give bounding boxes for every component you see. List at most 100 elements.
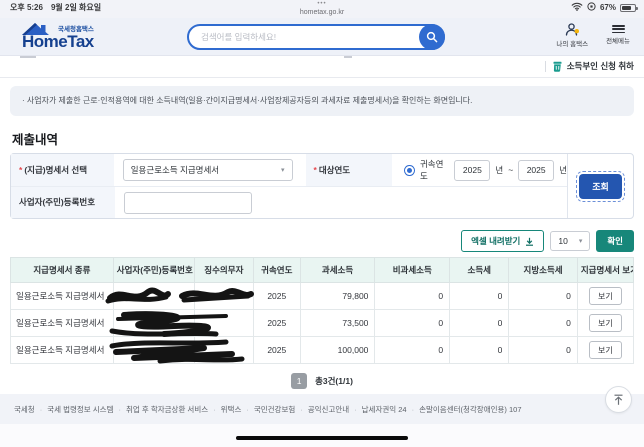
scroll-to-top-button[interactable] bbox=[605, 386, 632, 413]
divider bbox=[545, 61, 546, 72]
cancel-link-label: 소득부인 신청 취하 bbox=[567, 60, 634, 72]
hometax-page: 오후 5:26 9월 2일 화요일 ••• hometax.go.kr 67% … bbox=[0, 0, 644, 447]
pagination: 1 총3건(1/1) bbox=[0, 373, 644, 389]
home-indicator[interactable] bbox=[236, 436, 408, 441]
cell-withholding-agent-redacted bbox=[194, 337, 253, 364]
table-row: 일용근로소득 지급명세서 2025 73,500 0 0 0 보기 bbox=[11, 310, 634, 337]
dot-separator: · bbox=[412, 405, 415, 414]
page-1-button[interactable]: 1 bbox=[291, 373, 307, 389]
battery-percent: 67% bbox=[600, 3, 616, 12]
footer-link[interactable]: 납세자권익 24 bbox=[362, 404, 407, 415]
dot-separator: · bbox=[300, 405, 303, 414]
range-separator: ~ bbox=[508, 165, 513, 175]
my-hometax-label: 나의 홈택스 bbox=[556, 38, 588, 48]
inquiry-button[interactable]: 조회 bbox=[579, 174, 622, 199]
cell-income-tax: 0 bbox=[450, 337, 509, 364]
page-action-strip: 소득부인 신청 취하 bbox=[0, 56, 644, 78]
income-denial-cancel-link[interactable]: 소득부인 신청 취하 bbox=[552, 60, 634, 72]
status-time: 오후 5:26 bbox=[10, 2, 43, 13]
cell-statement-type: 일용근로소득 지급명세서 bbox=[11, 337, 114, 364]
orientation-lock-icon bbox=[587, 2, 596, 13]
page-size-select[interactable]: 10 ▾ bbox=[550, 231, 590, 251]
col-business-number: 사업자(주민)등록번호 bbox=[113, 258, 194, 283]
accrual-year-radio[interactable] bbox=[404, 165, 414, 176]
list-controls: 엑셀 내려받기 10 ▾ 확인 bbox=[10, 230, 634, 252]
cell-statement-type: 일용근로소득 지급명세서 bbox=[11, 283, 114, 310]
dot-separator: · bbox=[213, 405, 216, 414]
wifi-icon bbox=[571, 2, 583, 13]
table-row: 일용근로소득 지급명세서 2025 79,800 0 0 0 보기 bbox=[11, 283, 634, 310]
full-menu-button[interactable]: 전체메뉴 bbox=[606, 23, 630, 48]
cell-accrual-year: 2025 bbox=[253, 310, 300, 337]
cell-income-tax: 0 bbox=[450, 283, 509, 310]
footer-link[interactable]: 취업 후 학자금상환 서비스 bbox=[126, 404, 208, 415]
download-icon bbox=[525, 237, 534, 246]
col-view-statement: 지급명세서 보기 bbox=[577, 258, 633, 283]
clipped-content bbox=[20, 56, 36, 58]
statement-type-select[interactable]: 일용근로소득 지급명세서 ▾ bbox=[123, 159, 293, 181]
col-taxable-income: 과세소득 bbox=[300, 258, 375, 283]
search-icon bbox=[426, 31, 438, 43]
required-mark: * bbox=[314, 165, 317, 175]
dot-separator: · bbox=[40, 405, 43, 414]
footer-link[interactable]: 손말이음센터(청각장애인용) 107 bbox=[419, 404, 521, 415]
status-bar: 오후 5:26 9월 2일 화요일 ••• hometax.go.kr 67% bbox=[0, 0, 644, 18]
hamburger-icon bbox=[612, 23, 625, 33]
cell-local-income-tax: 0 bbox=[509, 337, 578, 364]
cell-income-tax: 0 bbox=[450, 310, 509, 337]
cell-nontaxable-income: 0 bbox=[375, 283, 450, 310]
cell-withholding-agent-redacted bbox=[194, 283, 253, 310]
col-nontaxable-income: 비과세소득 bbox=[375, 258, 450, 283]
dot-separator: · bbox=[354, 405, 357, 414]
search-input[interactable] bbox=[201, 32, 415, 42]
year-unit: 년 bbox=[559, 164, 567, 176]
footer-link[interactable]: 국세청 bbox=[14, 404, 35, 415]
cell-business-number-redacted bbox=[113, 310, 194, 337]
search-button[interactable] bbox=[419, 24, 445, 50]
col-local-income-tax: 지방소득세 bbox=[509, 258, 578, 283]
my-hometax-menu[interactable]: 나의 홈택스 bbox=[556, 23, 588, 48]
battery-icon bbox=[620, 4, 636, 12]
cell-business-number-redacted bbox=[113, 283, 194, 310]
chevron-down-icon: ▾ bbox=[579, 237, 583, 245]
view-statement-button[interactable]: 보기 bbox=[589, 287, 622, 305]
address-url[interactable]: hometax.go.kr bbox=[300, 9, 344, 16]
cell-taxable-income: 73,500 bbox=[300, 310, 375, 337]
view-statement-button[interactable]: 보기 bbox=[589, 314, 622, 332]
col-statement-type: 지급명세서 종류 bbox=[11, 258, 114, 283]
col-accrual-year: 귀속연도 bbox=[253, 258, 300, 283]
excel-download-button[interactable]: 엑셀 내려받기 bbox=[461, 230, 544, 252]
business-number-label: 사업자(주민)등록번호 bbox=[11, 187, 115, 218]
footer-link[interactable]: 국민건강보험 bbox=[254, 404, 295, 415]
cell-nontaxable-income: 0 bbox=[375, 337, 450, 364]
footer-link[interactable]: 공익신고안내 bbox=[308, 404, 349, 415]
hometax-logo[interactable]: 국세청홈택스 HomeTax bbox=[14, 19, 134, 55]
year-unit: 년 bbox=[495, 164, 503, 176]
results-table: 지급명세서 종류 사업자(주민)등록번호 징수의무자 귀속연도 과세소득 비과세… bbox=[10, 257, 634, 364]
table-row: 일용근로소득 지급명세서 2025 100,000 0 0 0 보기 bbox=[11, 337, 634, 364]
year-to-input[interactable] bbox=[518, 160, 554, 181]
results-table-wrap: 지급명세서 종류 사업자(주민)등록번호 징수의무자 귀속연도 과세소득 비과세… bbox=[10, 257, 634, 364]
year-from-input[interactable] bbox=[454, 160, 490, 181]
cell-accrual-year: 2025 bbox=[253, 337, 300, 364]
statement-select-label: * (지급)명세서 선택 bbox=[11, 154, 114, 186]
excel-download-label: 엑셀 내려받기 bbox=[471, 235, 520, 247]
status-date: 9월 2일 화요일 bbox=[51, 2, 101, 13]
footer-link[interactable]: 국세 법령정보 시스템 bbox=[47, 404, 113, 415]
footer: 국세청 · 국세 법령정보 시스템 · 취업 후 학자금상환 서비스 · 위택스 · 국… bbox=[0, 394, 644, 424]
col-withholding-agent: 징수의무자 bbox=[194, 258, 253, 283]
user-bell-icon bbox=[565, 23, 580, 36]
bottom-safe-area bbox=[0, 424, 644, 447]
confirm-button[interactable]: 확인 bbox=[596, 230, 634, 252]
business-number-input[interactable] bbox=[124, 192, 252, 214]
view-statement-button[interactable]: 보기 bbox=[589, 341, 622, 359]
col-income-tax: 소득세 bbox=[450, 258, 509, 283]
cell-taxable-income: 100,000 bbox=[300, 337, 375, 364]
tab-options-icon[interactable]: ••• bbox=[300, 1, 344, 7]
cell-local-income-tax: 0 bbox=[509, 310, 578, 337]
cell-business-number-redacted bbox=[113, 337, 194, 364]
cell-local-income-tax: 0 bbox=[509, 283, 578, 310]
cell-taxable-income: 79,800 bbox=[300, 283, 375, 310]
cell-statement-type: 일용근로소득 지급명세서 bbox=[11, 310, 114, 337]
footer-link[interactable]: 위택스 bbox=[221, 404, 242, 415]
